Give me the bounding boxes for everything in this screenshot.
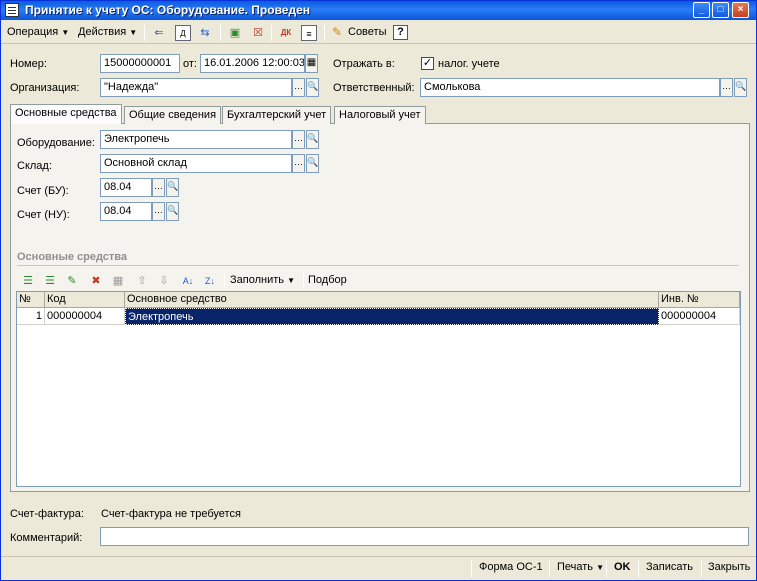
responsible-select-button[interactable]: … [720, 78, 733, 97]
post-document-icon[interactable]: Д [175, 25, 191, 41]
table-row-code[interactable]: 000000004 [45, 308, 125, 325]
toolbar-separator [549, 560, 550, 577]
tips-button[interactable]: Советы [348, 26, 386, 38]
table-row-number[interactable]: 1 [17, 308, 45, 325]
date-field[interactable]: 16.01.2006 12:00:03 [200, 54, 305, 73]
actions-label: Действия [78, 26, 127, 38]
tab-accounting[interactable]: Бухгалтерский учет [222, 106, 332, 124]
comment-field[interactable] [100, 527, 749, 546]
organization-label: Организация: [10, 82, 80, 94]
chevron-down-icon: ▼ [596, 563, 605, 572]
actions-menu-button[interactable]: Действия ▼ [78, 26, 137, 38]
toolbar-separator [324, 25, 325, 41]
responsible-label: Ответственный: [333, 82, 415, 94]
section-divider [17, 265, 739, 266]
move-up-icon: ⇧ [137, 275, 147, 287]
form-os1-button[interactable]: Форма ОС-1 [479, 561, 543, 573]
organization-select-button[interactable]: … [292, 78, 305, 97]
copy-row-icon[interactable]: ☰ [42, 273, 58, 289]
minimize-button[interactable]: _ [693, 2, 710, 18]
sort-ascending-icon[interactable]: A↓ [180, 273, 196, 289]
add-row-icon[interactable]: ☰ [20, 273, 36, 289]
tax-accounting-checkbox[interactable]: ✓ [421, 57, 434, 70]
back-arrow-icon[interactable]: ⇐ [151, 25, 167, 41]
search-icon[interactable]: 🔍 [734, 78, 747, 97]
reflect-label: Отражать в: [333, 58, 395, 70]
column-header-asset[interactable]: Основное средство [125, 292, 659, 308]
tab-tax-accounting[interactable]: Налоговый учет [334, 106, 426, 124]
number-label: Номер: [10, 58, 47, 70]
calendar-icon[interactable]: ▦ [305, 54, 318, 73]
fill-menu-button[interactable]: Заполнить ▼ [230, 274, 295, 286]
column-header-number[interactable]: № [17, 292, 45, 308]
toolbar-separator [220, 25, 221, 41]
move-down-icon: ⇩ [159, 275, 169, 287]
save-button[interactable]: Записать [646, 561, 693, 573]
search-icon[interactable]: 🔍 [306, 78, 319, 97]
number-field[interactable]: 15000000001 [100, 54, 180, 73]
toolbar-separator [701, 560, 702, 577]
toolbar-separator [271, 25, 272, 41]
table-row-inventory[interactable]: 000000004 [659, 308, 740, 325]
print-label: Печать [557, 561, 594, 573]
toolbar-separator [471, 560, 472, 577]
organization-field[interactable]: "Надежда" [100, 78, 292, 97]
toolbar-separator [638, 560, 639, 577]
toolbar-separator [303, 272, 304, 288]
document-move-icon[interactable]: ▣ [227, 25, 243, 41]
table-row-asset[interactable]: Электропечь [125, 308, 659, 325]
edit-row-icon[interactable]: ✎ [64, 273, 80, 289]
column-header-inventory[interactable]: Инв. № [659, 292, 740, 308]
toolbar-separator [144, 25, 145, 41]
operation-menu-button[interactable]: Операция ▼ [7, 26, 69, 38]
help-icon[interactable]: ? [393, 25, 408, 40]
fill-label: Заполнить [230, 274, 285, 286]
tips-icon[interactable]: ✎ [332, 25, 342, 39]
close-button[interactable]: Закрыть [708, 561, 750, 573]
document-icon [5, 3, 19, 17]
ok-button[interactable]: OK [614, 561, 631, 573]
chevron-down-icon: ▼ [61, 28, 70, 37]
debit-credit-icon[interactable]: ДК [278, 25, 294, 41]
tab-general-info[interactable]: Общие сведения [124, 106, 222, 124]
toolbar: Операция ▼ Действия ▼ ⇐ Д ⇆ ▣ ☒ ДК ≡ ✎ С… [1, 22, 756, 44]
operation-label: Операция [7, 26, 59, 38]
report-icon[interactable]: ≡ [301, 25, 317, 41]
date-label: от: [183, 58, 197, 70]
close-window-button[interactable]: × [732, 2, 749, 18]
tab-fixed-assets[interactable]: Основные средства [10, 104, 122, 124]
invoice-value[interactable]: Счет-фактура не требуется [101, 508, 241, 520]
responsible-field[interactable]: Смолькова [420, 78, 720, 97]
maximize-button[interactable]: □ [712, 2, 729, 18]
invoice-label: Счет-фактура: [10, 508, 84, 520]
assets-section-title: Основные средства [17, 251, 128, 263]
document-delete-icon[interactable]: ☒ [250, 25, 266, 41]
print-menu-button[interactable]: Печать ▼ [557, 561, 604, 573]
bottom-button-bar: Форма ОС-1 Печать ▼ OK Записать Закрыть [1, 556, 756, 580]
document-window: Принятие к учету ОС: Оборудование. Прове… [0, 0, 757, 581]
assets-section: Основные средства ☰ ☰ ✎ ✖ ▦ ⇧ ⇩ A↓ Z↓ За… [10, 123, 750, 492]
tax-accounting-label: налог. учете [438, 58, 500, 70]
refresh-icon[interactable]: ⇆ [197, 25, 213, 41]
sort-descending-icon[interactable]: Z↓ [202, 273, 218, 289]
select-button[interactable]: Подбор [308, 274, 347, 286]
comment-label: Комментарий: [10, 532, 83, 544]
chevron-down-icon: ▼ [129, 28, 138, 37]
column-header-code[interactable]: Код [45, 292, 125, 308]
delete-row-icon[interactable]: ✖ [88, 273, 104, 289]
title-bar: Принятие к учету ОС: Оборудование. Прове… [1, 1, 756, 20]
chevron-down-icon: ▼ [287, 276, 295, 285]
toolbar-separator [224, 272, 225, 288]
window-title: Принятие к учету ОС: Оборудование. Прове… [25, 3, 310, 17]
end-edit-icon: ▦ [112, 275, 124, 287]
assets-table[interactable]: № Код Основное средство Инв. № 1 0000000… [16, 291, 741, 487]
toolbar-separator [606, 560, 607, 577]
